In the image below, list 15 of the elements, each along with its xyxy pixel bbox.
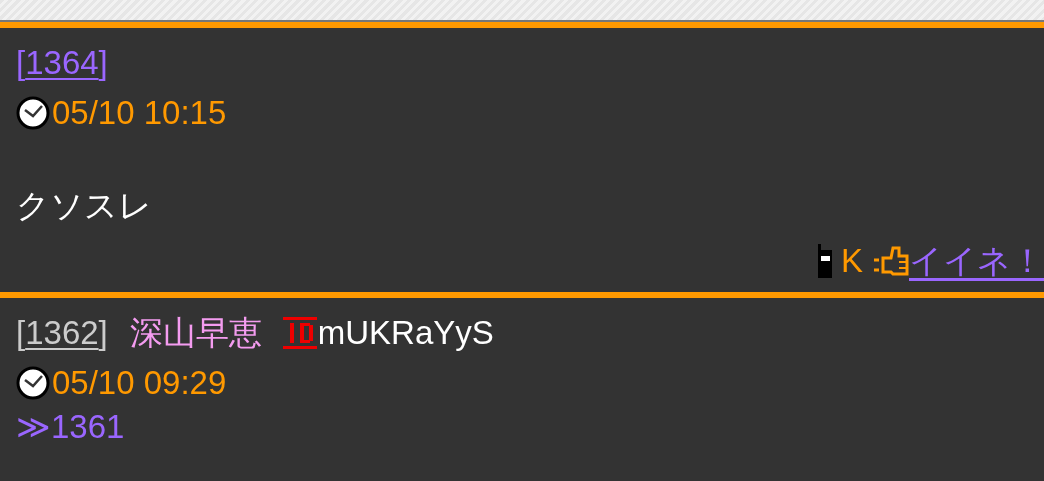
poster-name: 深山早恵 xyxy=(129,313,262,353)
phone-icon xyxy=(817,244,833,278)
post-body: クソスレ xyxy=(16,186,153,226)
thumbs-up-icon xyxy=(873,244,909,278)
poster-id: mUKRaYyS xyxy=(317,313,494,353)
clock-icon xyxy=(16,96,50,130)
device-label: K xyxy=(841,241,863,281)
post-time: 05/10 10:15 xyxy=(52,93,227,133)
clock-icon xyxy=(16,366,50,400)
post-number-link[interactable]: [1364] xyxy=(16,38,108,88)
post-number-link[interactable]: [1362] xyxy=(16,308,108,358)
reply-anchor-link[interactable]: ≫1361 xyxy=(16,408,125,446)
like-link[interactable]: イイネ！ xyxy=(909,236,1044,286)
id-icon xyxy=(281,315,318,351)
post-time: 05/10 09:29 xyxy=(52,363,227,403)
